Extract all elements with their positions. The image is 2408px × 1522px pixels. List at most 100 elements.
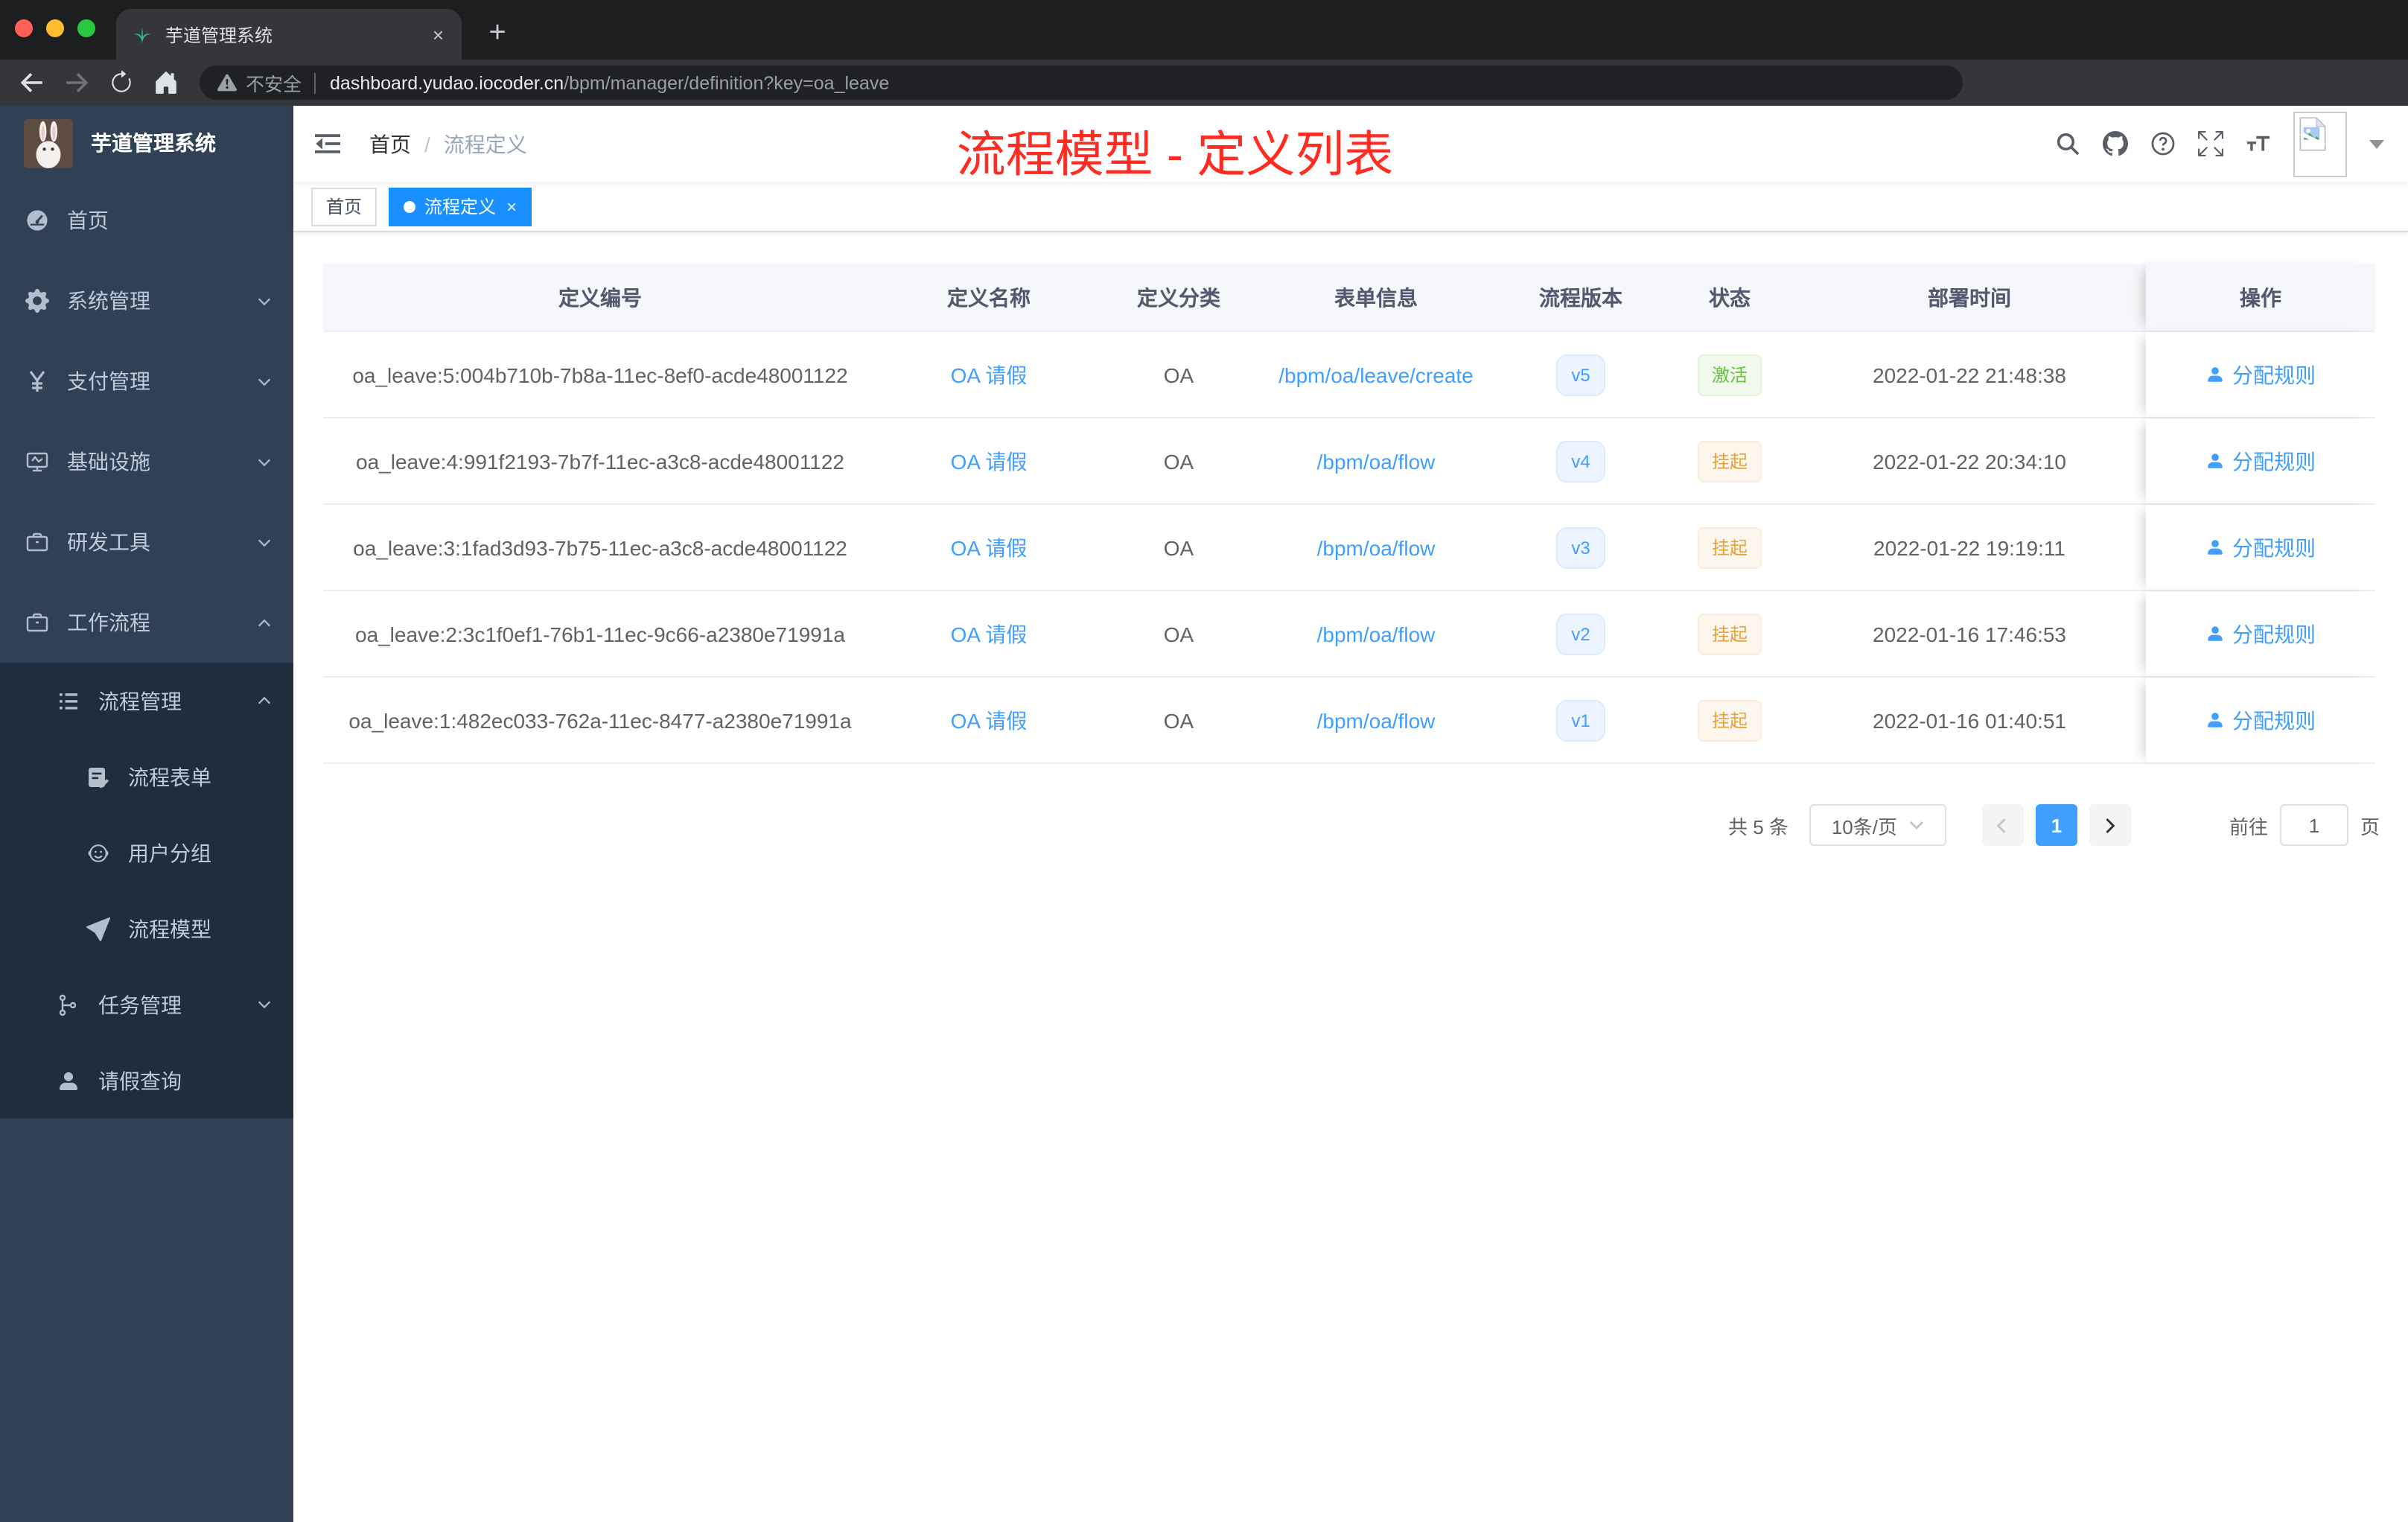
home-icon[interactable]	[153, 70, 179, 95]
github-icon[interactable]	[2103, 131, 2128, 156]
sidebar-item-workflow[interactable]: 工作流程	[0, 582, 293, 663]
goto-label: 前往	[2229, 815, 2268, 838]
sidebar-item-home[interactable]: 首页	[0, 180, 293, 261]
url-divider	[313, 72, 316, 93]
monitor-icon	[26, 452, 48, 472]
sidebar-collapse-hamburger-icon[interactable]	[314, 131, 341, 156]
url-path: /bpm/manager/definition?key=oa_leave	[564, 72, 890, 93]
browser-tab[interactable]: 芋道管理系统 ×	[116, 9, 462, 60]
status-badge: 挂起	[1698, 526, 1761, 568]
version-badge: v2	[1556, 613, 1605, 655]
deploy-time: 2022-01-22 20:34:10	[1873, 449, 2066, 473]
chevron-down-icon	[258, 538, 271, 547]
sidebar-item-task-management[interactable]: 任务管理	[0, 967, 293, 1042]
sidebar-item-label: 用户分组	[128, 841, 211, 865]
main-area: 首页 / 流程定义 流程模型 - 定义列表 首页 流程定义 × 定义编号 定义名…	[293, 106, 2408, 1522]
sidebar-item-user-group[interactable]: 用户分组	[0, 815, 293, 891]
annotation-title: 流程模型 - 定义列表	[956, 127, 1394, 182]
fullscreen-icon[interactable]	[2198, 131, 2223, 156]
form-info-link[interactable]: /bpm/oa/flow	[1257, 622, 1495, 646]
tags-view-bar: 首页 流程定义 ×	[293, 182, 2408, 232]
back-icon[interactable]	[19, 70, 45, 95]
assign-rule-button[interactable]: 分配规则	[2146, 332, 2375, 417]
sidebar-item-payment[interactable]: 支付管理	[0, 341, 293, 421]
dashboard-gauge-icon	[27, 210, 48, 231]
definition-id: oa_leave:2:3c1f0ef1-76b1-11ec-9c66-a2380…	[354, 622, 845, 646]
deploy-time: 2022-01-16 01:40:51	[1873, 708, 2066, 732]
sidebar-item-process-form[interactable]: 流程表单	[0, 739, 293, 815]
assign-rule-button[interactable]: 分配规则	[2146, 678, 2375, 762]
definition-name-link[interactable]: OA 请假	[877, 532, 1101, 562]
sidebar-item-process-management[interactable]: 流程管理	[0, 663, 293, 739]
org-tree-icon	[59, 993, 77, 1016]
assign-rule-button[interactable]: 分配规则	[2146, 418, 2375, 503]
help-question-icon[interactable]	[2150, 131, 2176, 156]
sidebar-item-label: 任务管理	[98, 993, 182, 1016]
window-close-button[interactable]	[15, 19, 33, 37]
definition-table: 定义编号 定义名称 定义分类 表单信息 流程版本 状态 部署时间 操作 oa_l…	[323, 264, 2375, 764]
document-edit-icon	[89, 767, 109, 788]
table-row: oa_leave:3:1fad3d93-7b75-11ec-a3c8-acde4…	[323, 505, 2375, 591]
list-tree-icon	[60, 692, 77, 709]
deploy-time: 2022-01-16 17:46:53	[1873, 622, 2066, 646]
goto-page-input[interactable]	[2279, 804, 2348, 846]
page-size-select[interactable]: 10条/页	[1809, 804, 1946, 846]
briefcase-icon	[26, 532, 48, 552]
definition-name-link[interactable]: OA 请假	[877, 619, 1101, 649]
column-header: 定义分类	[1137, 285, 1220, 309]
sidebar-item-label: 请假查询	[98, 1069, 182, 1092]
navbar-actions	[2055, 106, 2384, 182]
column-header-operations: 操作	[2146, 264, 2375, 331]
tag-close-icon[interactable]: ×	[506, 196, 517, 217]
window-zoom-button[interactable]	[77, 19, 95, 37]
sidebar-item-system[interactable]: 系统管理	[0, 261, 293, 341]
sidebar-item-label: 系统管理	[67, 289, 150, 313]
form-info-link[interactable]: /bpm/oa/leave/create	[1257, 363, 1495, 386]
page-number-current[interactable]: 1	[2035, 804, 2077, 846]
tag-process-definition[interactable]: 流程定义 ×	[389, 187, 532, 226]
sidebar-item-label: 流程模型	[128, 917, 211, 940]
page-size-value: 10条/页	[1831, 815, 1897, 838]
definition-name-link[interactable]: OA 请假	[877, 360, 1101, 389]
forward-icon[interactable]	[64, 70, 89, 95]
form-info-link[interactable]: /bpm/oa/flow	[1257, 535, 1495, 559]
sidebar-item-infrastructure[interactable]: 基础设施	[0, 421, 293, 502]
not-secure-warning-icon	[217, 74, 237, 92]
sidebar-item-dev-tools[interactable]: 研发工具	[0, 502, 293, 582]
sidebar-item-label: 研发工具	[67, 530, 150, 554]
font-size-icon[interactable]	[2246, 131, 2271, 156]
column-header: 定义名称	[947, 285, 1031, 309]
tab-close-icon[interactable]: ×	[430, 23, 447, 45]
app-logo-row: 芋道管理系统	[0, 106, 293, 180]
select-caret-icon	[1910, 821, 1923, 830]
next-page-button[interactable]	[2089, 804, 2131, 846]
status-badge: 挂起	[1698, 440, 1761, 482]
tag-home[interactable]: 首页	[311, 187, 378, 226]
window-minimize-button[interactable]	[46, 19, 64, 37]
definition-id: oa_leave:3:1fad3d93-7b75-11ec-a3c8-acde4…	[353, 535, 847, 559]
definition-name-link[interactable]: OA 请假	[877, 446, 1101, 476]
assign-rule-button[interactable]: 分配规则	[2146, 505, 2375, 590]
prev-page-button[interactable]	[1981, 804, 2024, 846]
reload-icon[interactable]	[109, 70, 134, 95]
assign-rule-button[interactable]: 分配规则	[2146, 591, 2375, 676]
sidebar-item-leave-query[interactable]: 请假查询	[0, 1042, 293, 1118]
deploy-time: 2022-01-22 19:19:11	[1873, 535, 2065, 559]
broken-image-icon	[2299, 116, 2326, 150]
avatar-dropdown-caret-icon[interactable]	[2369, 139, 2384, 148]
person-icon	[60, 1072, 77, 1089]
sidebar-item-process-model[interactable]: 流程模型	[0, 891, 293, 967]
new-tab-button[interactable]: +	[477, 12, 518, 54]
pagination-total: 共 5 条	[1728, 815, 1789, 838]
form-info-link[interactable]: /bpm/oa/flow	[1257, 708, 1495, 732]
status-badge: 激活	[1698, 354, 1761, 395]
definition-name-link[interactable]: OA 请假	[877, 705, 1101, 735]
address-bar[interactable]: 不安全 dashboard.yudao.iocoder.cn/bpm/manag…	[200, 66, 1963, 100]
person-icon	[2208, 540, 2223, 555]
app-logo-avatar	[24, 118, 73, 168]
search-icon[interactable]	[2055, 131, 2080, 156]
breadcrumb-home-link[interactable]: 首页	[369, 129, 411, 159]
user-avatar-broken-image[interactable]	[2293, 111, 2347, 176]
form-info-link[interactable]: /bpm/oa/flow	[1257, 449, 1495, 473]
tag-label: 首页	[326, 197, 363, 217]
